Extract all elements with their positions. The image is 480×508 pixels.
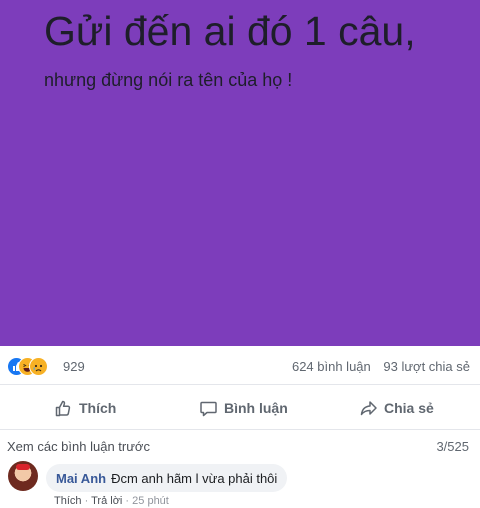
comment-text: Đcm anh hãm l vừa phải thôi — [111, 470, 278, 486]
share-button[interactable]: Chia sẻ — [359, 398, 434, 418]
post-image[interactable]: Gửi đến ai đó 1 câu, nhưng đừng nói ra t… — [0, 0, 480, 346]
view-previous-comments-link[interactable]: Xem các bình luận trước — [7, 439, 150, 454]
reaction-count[interactable]: 929 — [63, 359, 85, 374]
comment-reply-link[interactable]: Trả lời — [91, 495, 122, 507]
post-headline: Gửi đến ai đó 1 câu, — [44, 8, 416, 54]
share-button-label: Chia sẻ — [384, 400, 434, 416]
comment-meta: Thích · Trả lời · 25 phút — [54, 495, 169, 507]
comment-like-link[interactable]: Thích — [54, 495, 82, 507]
comment-bubble: Mai Anh Đcm anh hãm l vừa phải thôi — [46, 464, 288, 492]
comment-author[interactable]: Mai Anh — [56, 471, 106, 486]
share-icon — [360, 400, 377, 415]
comment-time[interactable]: 25 phút — [132, 495, 169, 507]
post-actions-bar: Thích Bình luận Chia sẻ — [0, 385, 480, 430]
separator: · — [84, 495, 89, 507]
comment-icon — [200, 401, 217, 416]
thumbs-up-icon — [55, 400, 71, 416]
separator: · — [125, 495, 130, 507]
share-count-link[interactable]: 93 lượt chia sẻ — [383, 359, 470, 374]
like-button[interactable]: Thích — [54, 398, 116, 418]
avatar[interactable] — [8, 461, 38, 491]
sad-icon — [29, 357, 48, 376]
comment-button[interactable]: Bình luận — [199, 398, 288, 418]
post-subline: nhưng đừng nói ra tên của họ ! — [44, 70, 293, 90]
comment-count-link[interactable]: 624 bình luận — [292, 359, 371, 374]
like-button-label: Thích — [79, 400, 117, 416]
post-stats-bar: 929 624 bình luận 93 lượt chia sẻ — [0, 346, 480, 385]
comment-button-label: Bình luận — [224, 400, 288, 416]
avatar-bow — [16, 464, 30, 470]
engagement-counts: 624 bình luận 93 lượt chia sẻ — [292, 359, 470, 374]
comment-pager: 3/525 — [436, 439, 469, 454]
